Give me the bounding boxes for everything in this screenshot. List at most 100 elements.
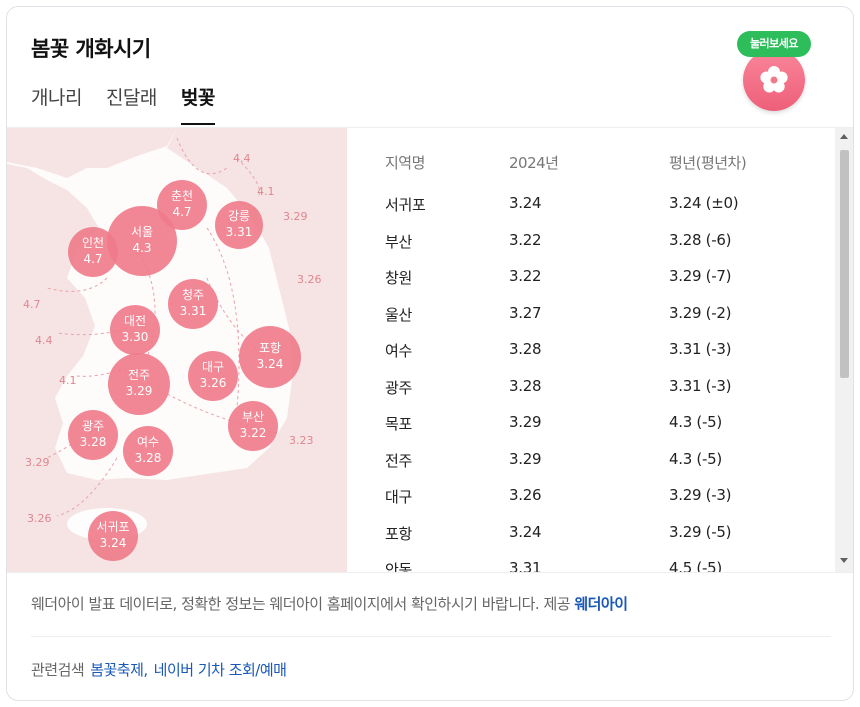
bloom-table: 지역명 2024년 평년(평년차) 서귀포 3.24 3.24 (±0) 부산 … [347,128,835,572]
bubble-value: 3.31 [226,225,253,239]
cell-normal: 3.24 (±0) [669,194,739,212]
cell-normal: 4.3 (-5) [669,413,722,431]
tab-azalea[interactable]: 진달래 [106,83,157,125]
bubble-value: 3.24 [100,536,127,550]
content-area: 4.4 4.1 3.29 3.26 4.7 4.4 4.1 3.23 3.29 … [7,127,853,573]
cell-date: 3.31 [509,559,542,572]
cell-normal: 3.28 (-6) [669,230,732,249]
isoline-label: 3.23 [289,434,314,447]
bubble-city: 서울 [131,225,153,239]
divider [31,636,831,637]
map-bubble-seoul[interactable]: 서울 4.3 [107,206,177,276]
header-region: 지역명 [385,154,425,172]
bubble-value: 3.30 [122,330,149,344]
map-bubble-gwangju[interactable]: 광주 3.28 [68,410,118,460]
table-row: 서귀포 3.24 3.24 (±0) [347,194,835,230]
cell-region: 부산 [385,232,413,251]
bubble-city: 강릉 [228,209,250,223]
korea-map-svg: 4.4 4.1 3.29 3.26 4.7 4.4 4.1 3.23 3.29 … [7,128,322,561]
related-label: 관련검색 [31,661,85,679]
bubble-city: 서귀포 [96,520,129,534]
scroll-down-arrow-icon[interactable] [840,558,848,563]
bubble-value: 3.26 [200,376,227,390]
bubble-city: 전주 [128,368,150,382]
isoline-label: 3.26 [297,273,322,286]
related-link-festival[interactable]: 봄꽃축제, [90,661,148,679]
cell-region: 안동 [385,561,413,572]
blossom-card: 봄꽃 개화시기 개나리 진달래 벚꽃 눌러보세요 4.4 4.1 3.29 3.… [6,6,854,701]
cell-date: 3.26 [509,486,542,504]
table-row: 대구 3.26 3.29 (-3) [347,486,835,522]
cell-region: 여수 [385,342,413,360]
bubble-city: 춘천 [171,188,193,203]
table-row: 창원 3.22 3.29 (-7) [347,267,835,303]
map-bubble-daegu[interactable]: 대구 3.26 [188,351,238,401]
table-row: 전주 3.29 4.3 (-5) [347,450,835,486]
header-year: 2024년 [509,154,559,172]
flower-tabs: 개나리 진달래 벚꽃 [31,83,215,125]
cell-region: 대구 [385,488,413,506]
press-me-label: 눌러보세요 [737,31,811,57]
cell-region: 서귀포 [385,196,426,214]
provider-link[interactable]: 웨더아이 [574,595,628,613]
bubble-value: 3.31 [180,304,207,318]
bubble-city: 대구 [202,360,224,374]
badge-circle [743,49,805,111]
map-bubble-seogwipo[interactable]: 서귀포 3.24 [88,511,138,561]
cell-date: 3.29 [509,413,542,431]
cell-normal: 4.5 (-5) [669,559,722,572]
tab-forsythia[interactable]: 개나리 [31,83,82,125]
isoline-label: 3.29 [283,210,308,223]
table-row: 목포 3.29 4.3 (-5) [347,413,835,449]
map-bubble-gangneung[interactable]: 강릉 3.31 [215,201,263,249]
data-notice: 웨더아이 발표 데이터로, 정확한 정보는 웨더아이 홈페이지에서 확인하시기 … [31,593,628,614]
map-bubble-cheongju[interactable]: 청주 3.31 [168,279,218,329]
cell-region: 포항 [385,524,413,543]
related-searches: 관련검색 봄꽃축제, 네이버 기차 조회/예매 [31,659,287,680]
bubble-value: 3.29 [126,384,153,398]
cell-date: 3.24 [509,194,542,212]
scroll-thumb[interactable] [840,150,849,378]
header-normal: 평년(평년차) [669,154,747,172]
bubble-value: 3.28 [80,435,107,449]
table-scrollbar[interactable] [835,128,853,572]
bubble-city: 청주 [182,288,204,302]
map-bubble-jeonju[interactable]: 전주 3.29 [108,353,170,415]
bubble-value: 3.24 [257,357,284,371]
bubble-city: 여수 [137,435,159,449]
cell-normal: 3.31 (-3) [669,340,732,358]
isoline-label: 4.4 [233,152,251,165]
press-me-badge[interactable]: 눌러보세요 [735,23,815,119]
map-bubble-daejeon[interactable]: 대전 3.30 [110,305,160,355]
cell-date: 3.29 [509,449,542,468]
cell-normal: 3.31 (-3) [669,376,732,395]
cell-region: 울산 [385,305,413,324]
related-link-train[interactable]: 네이버 기차 조회/예매 [154,661,287,679]
cell-region: 광주 [385,378,413,397]
cell-date: 3.22 [509,267,542,285]
table-row: 울산 3.27 3.29 (-2) [347,304,835,340]
isoline-label: 3.26 [27,512,52,525]
cell-normal: 3.29 (-2) [669,303,732,322]
bubble-value: 4.7 [83,252,102,266]
tab-cherry-blossom[interactable]: 벚꽃 [180,83,215,125]
bubble-city: 대전 [124,314,146,328]
isoline-label: 4.1 [59,374,77,387]
cell-date: 3.22 [509,230,542,249]
map-bubble-busan[interactable]: 부산 3.22 [228,401,278,451]
cell-region: 전주 [385,451,413,470]
map-bubble-incheon[interactable]: 인천 4.7 [68,227,118,277]
table-row: 포항 3.24 3.29 (-5) [347,523,835,559]
cell-normal: 3.29 (-5) [669,522,732,541]
scroll-up-arrow-icon[interactable] [840,134,848,139]
map-bubble-yeosu[interactable]: 여수 3.28 [123,426,173,476]
cell-normal: 4.3 (-5) [669,449,722,468]
isoline-label: 4.1 [257,185,275,198]
map-bubble-pohang[interactable]: 포항 3.24 [239,326,301,388]
cell-normal: 3.29 (-7) [669,267,732,285]
cell-normal: 3.29 (-3) [669,486,732,504]
bubble-city: 인천 [82,235,104,250]
table-row: 안동 3.31 4.5 (-5) [347,559,835,572]
cell-date: 3.28 [509,340,542,358]
bubble-value: 3.28 [135,451,162,465]
